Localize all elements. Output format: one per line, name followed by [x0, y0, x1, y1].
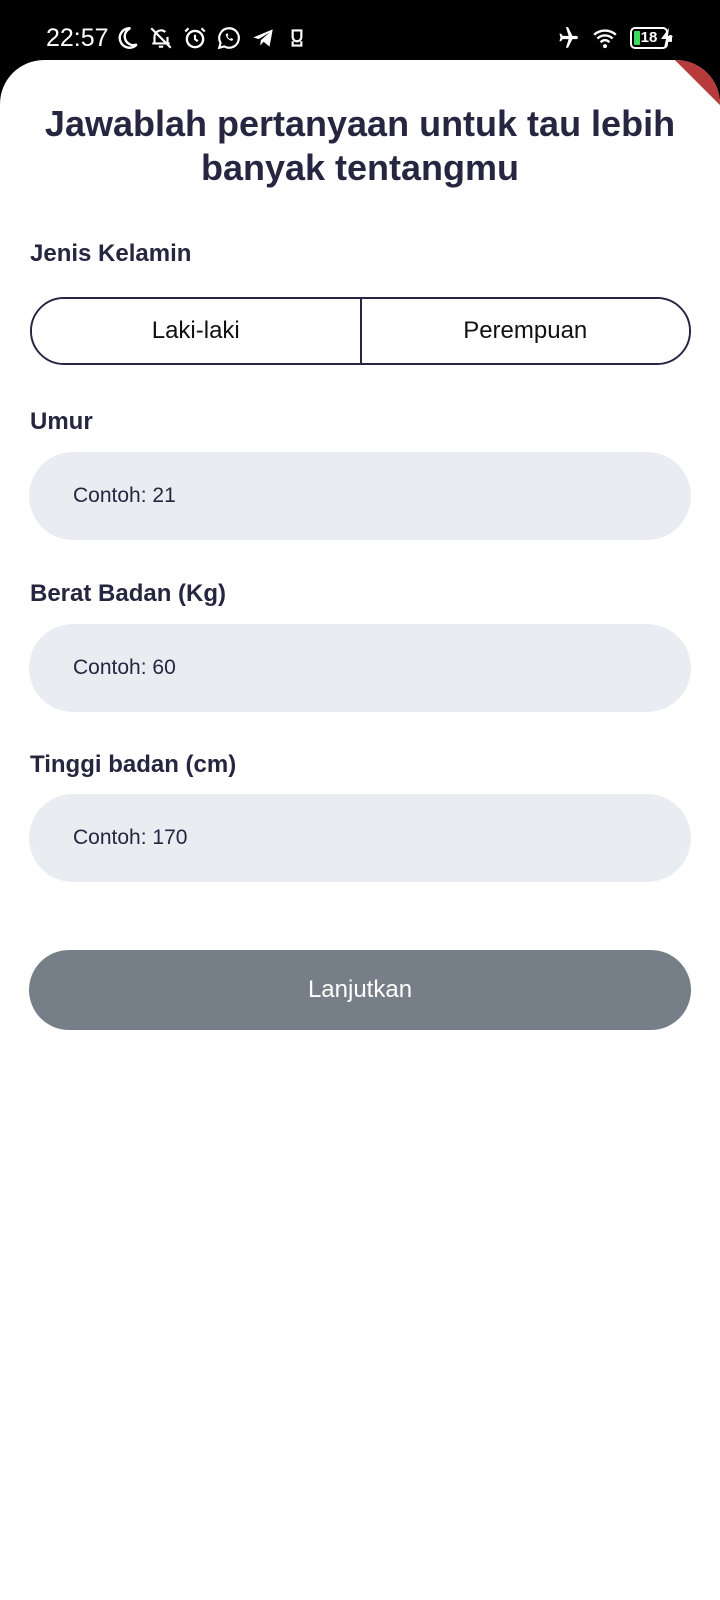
whatsapp-icon [217, 27, 240, 50]
age-field[interactable] [29, 452, 691, 540]
status-bar: 22:57 18 [0, 0, 720, 62]
moon-icon [118, 27, 138, 49]
height-label: Tinggi badan (cm) [30, 751, 237, 778]
weight-label: Berat Badan (Kg) [30, 580, 227, 607]
form-sheet: Jawablah pertanyaan untuk tau lebih bany… [0, 60, 720, 1600]
height-field[interactable] [29, 794, 691, 882]
weight-input[interactable] [73, 656, 691, 680]
telegram-icon [253, 29, 273, 47]
page-title: Jawablah pertanyaan untuk tau lebih bany… [44, 103, 676, 188]
status-left-icons [114, 25, 310, 51]
airplane-icon [559, 27, 578, 48]
gender-option-male[interactable]: Laki-laki [32, 299, 360, 363]
age-input[interactable] [73, 484, 691, 508]
wifi-icon [593, 29, 617, 49]
continue-button[interactable]: Lanjutkan [29, 950, 691, 1030]
age-label: Umur [30, 408, 93, 435]
battery-level: 18 [640, 29, 658, 46]
weight-field[interactable] [29, 624, 691, 712]
status-time: 22:57 [46, 24, 109, 52]
gender-selector: Laki-laki Perempuan [30, 297, 691, 365]
alarm-icon [184, 27, 206, 49]
bell-off-icon [150, 27, 172, 49]
charging-icon [661, 28, 673, 48]
height-input[interactable] [73, 826, 691, 850]
app-icon [291, 29, 303, 47]
battery-fill [634, 31, 640, 45]
gender-label: Jenis Kelamin [30, 240, 192, 267]
status-right-icons: 18 [554, 25, 672, 51]
gender-option-female[interactable]: Perempuan [359, 299, 689, 363]
